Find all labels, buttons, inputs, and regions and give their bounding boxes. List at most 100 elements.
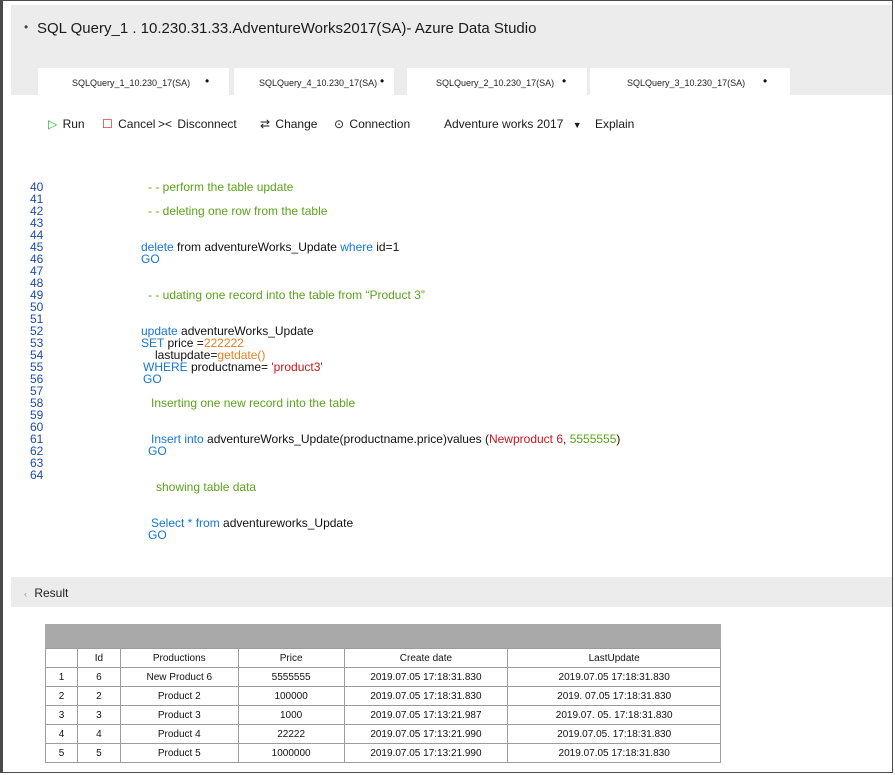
row-number-cell: 5 <box>45 743 78 763</box>
run-label: Run <box>62 117 85 131</box>
table-row[interactable]: 1 6 New Product 6 5555555 2019.07.05 17:… <box>45 667 721 687</box>
table-cell: Product 3 <box>119 705 239 725</box>
result-label[interactable]: ‹ Result <box>24 586 68 600</box>
table-row[interactable]: 2 2 Product 2 100000 2019.07.05 17:18:31… <box>45 686 721 706</box>
table-cell: 3 <box>76 705 121 725</box>
code-line-58: GO <box>148 445 167 457</box>
code-line-47: - - udating one record into the table fr… <box>148 289 425 301</box>
cancel-label: Cancel <box>118 117 156 131</box>
table-cell: 1000000 <box>237 743 345 763</box>
code-token: adventureWorks_Update(productname.price)… <box>203 432 489 446</box>
column-header[interactable]: Create date <box>343 648 509 668</box>
table-cell: 2019.07.05. 17:18:31.830 <box>507 724 721 744</box>
change-button[interactable]: ⇄ Change <box>260 117 317 131</box>
table-cell: 2019.07.05 17:18:31.830 <box>507 743 721 763</box>
table-cell: 2019.07.05 17:13:21.990 <box>343 743 509 763</box>
string-token: 'product3' <box>271 360 323 374</box>
code-token: id=1 <box>372 240 400 254</box>
table-cell: 2019. 07.05 17:18:31.830 <box>507 686 721 706</box>
table-cell: New Product 6 <box>119 667 239 687</box>
table-cell: 2019.07.05 17:18:31.830 <box>343 686 509 706</box>
comment-token: showing table data <box>156 480 257 494</box>
keyword-token: GO <box>148 528 167 542</box>
sql-editor[interactable]: 40 41 42 43 44 45 46 47 48 49 50 51 52 5… <box>11 159 892 577</box>
code-line-62: Select * from adventureworks_Update <box>151 517 353 529</box>
code-line-42: - - deleting one row from the table <box>148 205 327 217</box>
database-select[interactable]: Adventure works 2017 ▼ <box>444 117 582 131</box>
title-bullet: • <box>24 20 29 34</box>
column-header[interactable]: Productions <box>119 648 239 668</box>
chevron-down-icon: ▼ <box>572 120 582 130</box>
row-number-cell: 3 <box>45 705 78 725</box>
keyword-token: GO <box>141 252 160 266</box>
table-cell: Product 4 <box>119 724 239 744</box>
column-header[interactable]: Id <box>76 648 121 668</box>
table-cell: 1000 <box>237 705 345 725</box>
table-cell: 5 <box>76 743 121 763</box>
tab-sqlquery-4[interactable]: SQLQuery_4_10.230_17(SA) • <box>234 68 394 95</box>
table-row[interactable]: 4 4 Product 4 22222 2019.07.05 17:13:21.… <box>45 724 721 744</box>
table-cell: 2019.07. 05. 17:18:31.830 <box>507 705 721 725</box>
window-title: • SQL Query_1 . 10.230.31.33.AdventureWo… <box>24 20 536 37</box>
table-cell: 22222 <box>237 724 345 744</box>
row-number-cell: 2 <box>45 686 78 706</box>
disconnect-icon: >< <box>158 117 173 131</box>
table-row[interactable]: 5 5 Product 5 1000000 2019.07.05 17:13:2… <box>45 743 721 763</box>
code-line-57: Insert into adventureWorks_Update(produc… <box>151 433 620 445</box>
collapse-arrow-icon: ‹ <box>24 589 27 599</box>
code-line-55: Inserting one new record into the table <box>151 397 355 409</box>
table-cell: 5555555 <box>237 667 345 687</box>
change-label: Change <box>275 117 318 131</box>
column-header[interactable] <box>45 648 78 668</box>
table-cell: 2019.07.05 17:13:21.990 <box>343 724 509 744</box>
code-line-44: delete from adventureWorks_Update where … <box>141 241 399 253</box>
keyword-token: GO <box>148 444 167 458</box>
code-line-63: GO <box>148 529 167 541</box>
explain-button[interactable]: Explain <box>595 117 634 131</box>
code-line-45: GO <box>141 253 160 265</box>
result-label-text: Result <box>34 586 69 600</box>
database-select-value: Adventure works 2017 <box>444 117 564 131</box>
tab-sqlquery-1[interactable]: SQLQuery_1_10.230_17(SA) • <box>38 68 229 95</box>
change-connection-icon: ⇄ <box>260 117 271 131</box>
string-token: Newproduct 6 <box>488 432 564 446</box>
keyword-token: GO <box>143 372 162 386</box>
code-line-40: - - perform the table update <box>148 181 293 193</box>
line-number: 64 <box>30 468 44 482</box>
tab-modified-dot[interactable]: • <box>562 74 566 88</box>
tab-sqlquery-2[interactable]: SQLQuery_2_10.230_17(SA) • <box>407 68 587 95</box>
comment-token: Inserting one new record into the table <box>151 396 356 410</box>
tab-modified-dot[interactable]: • <box>205 74 209 88</box>
code-line-52: WHERE productname= 'product3' <box>143 361 323 373</box>
connection-button[interactable]: ⊙ Connection <box>334 117 410 131</box>
connection-label: Connection <box>349 117 411 131</box>
table-row[interactable]: 3 3 Product 3 1000 2019.07.05 17:13:21.9… <box>45 705 721 725</box>
tab-label: SQLQuery_4_10.230_17(SA) <box>259 78 378 88</box>
row-number-cell: 1 <box>45 667 78 687</box>
tab-label: SQLQuery_2_10.230_17(SA) <box>436 78 555 88</box>
table-cell: 2 <box>76 686 121 706</box>
disconnect-button[interactable]: >< Disconnect <box>158 117 237 131</box>
play-icon: ▷ <box>48 117 58 131</box>
tab-label: SQLQuery_3_10.230_17(SA) <box>627 78 746 88</box>
result-panel-header[interactable]: ‹ Result <box>11 577 892 607</box>
comment-token: - - perform the table update <box>148 180 294 194</box>
tab-sqlquery-3[interactable]: SQLQuery_3_10.230_17(SA) • <box>590 68 790 95</box>
table-cell: Product 5 <box>119 743 239 763</box>
table-cell: 6 <box>76 667 121 687</box>
column-header[interactable]: Price <box>237 648 345 668</box>
table-cell: 2019.07.05 17:18:31.830 <box>343 667 509 687</box>
tab-modified-dot[interactable]: • <box>763 74 767 88</box>
code-token: adventureworks_Update <box>219 516 354 530</box>
table-cell: 100000 <box>237 686 345 706</box>
comment-token: - - udating one record into the table fr… <box>148 288 425 302</box>
column-header[interactable]: LastUpdate <box>507 648 721 668</box>
code-line-60: showing table data <box>156 481 256 493</box>
keyword-token: where <box>340 240 373 254</box>
stop-icon: ☐ <box>102 117 113 131</box>
cancel-button[interactable]: ☐ Cancel <box>102 117 155 131</box>
run-button[interactable]: ▷ Run <box>48 117 85 131</box>
tab-modified-dot[interactable]: • <box>380 74 384 88</box>
results-grid-header-bar <box>45 624 721 648</box>
code-token: productname= <box>187 360 272 374</box>
